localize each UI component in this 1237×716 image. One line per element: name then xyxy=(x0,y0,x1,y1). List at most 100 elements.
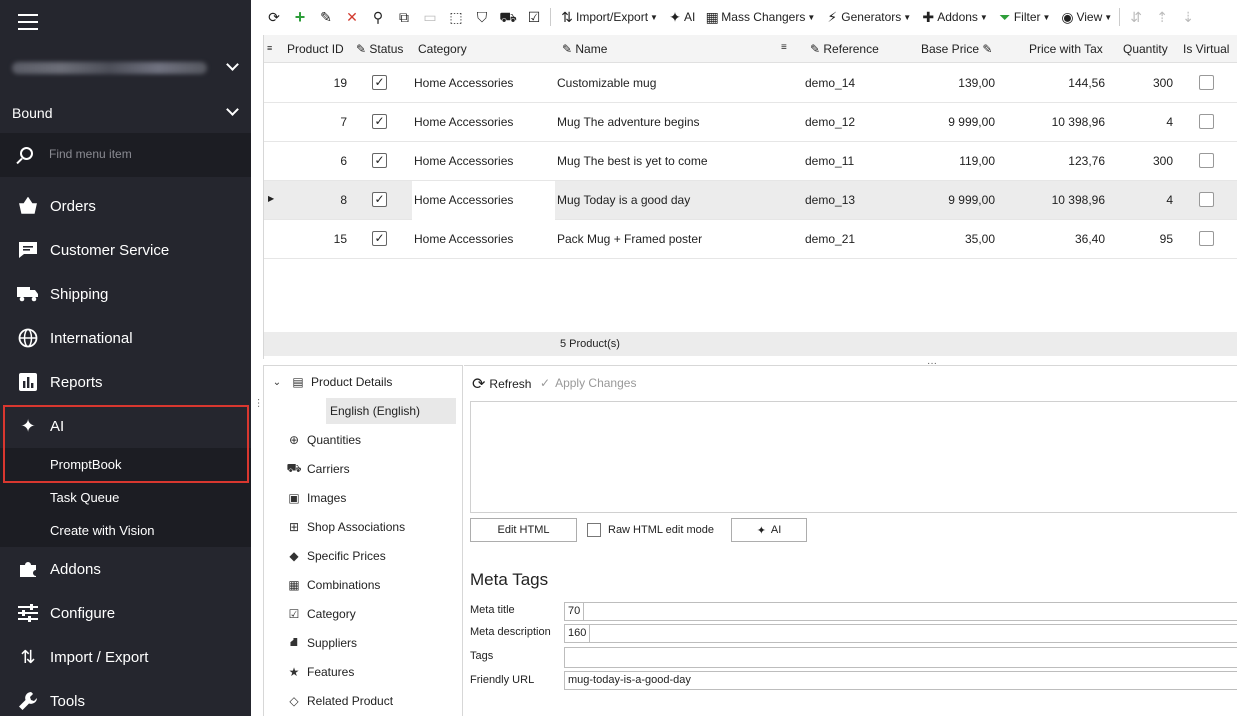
tree-item-combinations[interactable]: ▦ Combinations xyxy=(286,572,380,598)
sort-icon[interactable]: ≡ xyxy=(781,42,787,53)
edit-html-button[interactable]: Edit HTML xyxy=(470,518,577,542)
tree-item-suppliers[interactable]: ⛘ Suppliers xyxy=(286,630,357,656)
tree-root-product-details[interactable]: ⌄ ▤ Product Details xyxy=(269,369,393,395)
tree-item-category[interactable]: ☑ Category xyxy=(286,601,356,627)
raw-html-toggle[interactable]: Raw HTML edit mode xyxy=(587,523,714,537)
cell-base-price: 9 999,00 xyxy=(948,193,995,207)
splitter-handle[interactable]: ··· xyxy=(253,398,264,408)
select-icon: ⬚ xyxy=(449,9,463,25)
status-checkbox[interactable]: ✓ xyxy=(372,231,387,246)
raw-html-checkbox[interactable] xyxy=(587,523,601,537)
star-icon: ★ xyxy=(288,665,300,679)
tree-item-related-product[interactable]: ◇ Related Product xyxy=(286,688,393,714)
nav-international[interactable]: International xyxy=(0,316,251,360)
virtual-checkbox[interactable] xyxy=(1199,75,1214,90)
meta-description-count: 160 xyxy=(565,625,591,642)
col-product-id[interactable]: Product ID xyxy=(287,42,344,56)
menu-icon[interactable] xyxy=(18,14,38,30)
nav-ai[interactable]: ✦ AI xyxy=(0,404,251,448)
nav-promptbook[interactable]: PromptBook xyxy=(0,448,251,481)
select-button[interactable]: ⬚ xyxy=(444,6,468,28)
col-status[interactable]: ✎ Status xyxy=(356,42,403,56)
tree-item-quantities[interactable]: ⊕ Quantities xyxy=(286,427,361,453)
friendly-url-field[interactable]: mug-today-is-a-good-day xyxy=(564,671,1237,690)
row-menu-icon[interactable]: ≡ xyxy=(267,43,272,53)
paste-button[interactable]: ▭ xyxy=(418,6,442,28)
truck-icon xyxy=(17,283,39,305)
table-row[interactable]: 6 ✓ Home Accessories Mug The best is yet… xyxy=(264,142,1237,181)
image-icon: ▣ xyxy=(288,491,300,505)
view-menu[interactable]: ◉ View ▼ xyxy=(1055,6,1115,28)
meta-title-field[interactable]: 70 xyxy=(564,602,1237,621)
virtual-checkbox[interactable] xyxy=(1199,231,1214,246)
move-down-button[interactable]: ⇣ xyxy=(1176,6,1200,28)
generators-menu[interactable]: ⚡ Generators ▼ xyxy=(820,6,914,28)
move-button[interactable]: ⛉ xyxy=(470,6,494,28)
search-button[interactable]: ⚲ xyxy=(366,6,390,28)
tree-item-images[interactable]: ▣ Images xyxy=(286,485,346,511)
tree-item-shop-associations[interactable]: ⊞ Shop Associations xyxy=(286,514,405,540)
tags-field[interactable] xyxy=(564,647,1237,668)
move-up-button[interactable]: ⇡ xyxy=(1150,6,1174,28)
description-editor[interactable] xyxy=(470,401,1237,513)
ai-toolbar-button[interactable]: ✦ AI xyxy=(663,6,698,28)
virtual-checkbox[interactable] xyxy=(1199,114,1214,129)
filter-menu[interactable]: ⏷ Filter ▼ xyxy=(993,6,1054,28)
nav-orders[interactable]: Orders xyxy=(0,184,251,228)
delete-button[interactable]: ✕ xyxy=(340,6,364,28)
col-category[interactable]: Category xyxy=(418,42,467,56)
col-base-price[interactable]: Base Price ✎ xyxy=(921,42,992,56)
copy-button[interactable]: ⧉ xyxy=(392,6,416,28)
col-quantity[interactable]: Quantity xyxy=(1123,42,1168,56)
status-checkbox[interactable]: ✓ xyxy=(372,153,387,168)
cell-price-tax: 10 398,96 xyxy=(1051,115,1105,129)
tree-item-carriers[interactable]: ⛟ Carriers xyxy=(286,456,349,482)
table-row[interactable]: 19 ✓ Home Accessories Customizable mug d… xyxy=(264,64,1237,103)
table-row[interactable]: 15 ✓ Home Accessories Pack Mug + Framed … xyxy=(264,220,1237,259)
table-row-selected[interactable]: ▶ 8 ✓ Home Accessories Mug Today is a go… xyxy=(264,181,1237,220)
nav-customer-service[interactable]: Customer Service xyxy=(0,228,251,272)
refresh-button[interactable]: ⟳ xyxy=(262,6,286,28)
quantity-icon: ⊕ xyxy=(288,433,300,447)
check-button[interactable]: ☑ xyxy=(522,6,546,28)
table-row[interactable]: 7 ✓ Home Accessories Mug The adventure b… xyxy=(264,103,1237,142)
col-reference[interactable]: ✎ Reference xyxy=(810,42,879,56)
meta-description-field[interactable]: 160 xyxy=(564,624,1237,643)
bound-selector[interactable]: Bound xyxy=(0,91,251,135)
tree-item-specific-prices[interactable]: ◆ Specific Prices xyxy=(286,543,385,569)
tree-item-english[interactable]: English (English) xyxy=(326,398,456,424)
col-price-with-tax[interactable]: Price with Tax xyxy=(1029,42,1103,56)
addons-menu[interactable]: ✚ Addons ▼ xyxy=(916,6,991,28)
car-button[interactable]: ⛟ xyxy=(496,6,520,28)
edit-button[interactable]: ✎ xyxy=(314,6,338,28)
store-selector[interactable] xyxy=(0,46,251,90)
cell-base-price: 119,00 xyxy=(959,154,995,168)
import-export-menu[interactable]: ⇅ Import/Export ▼ xyxy=(555,6,661,28)
sort-button[interactable]: ⇵ xyxy=(1124,6,1148,28)
ai-generate-button[interactable]: ✦ AI xyxy=(731,518,807,542)
virtual-checkbox[interactable] xyxy=(1199,192,1214,207)
col-name[interactable]: ✎ Name xyxy=(562,42,607,56)
status-checkbox[interactable]: ✓ xyxy=(372,75,387,90)
check-icon: ✓ xyxy=(540,376,551,390)
nav-addons[interactable]: Addons xyxy=(0,547,251,591)
refresh-detail-button[interactable]: ⟳ Refresh xyxy=(472,374,531,394)
nav-shipping[interactable]: Shipping xyxy=(0,272,251,316)
virtual-checkbox[interactable] xyxy=(1199,153,1214,168)
mass-changers-menu[interactable]: ▦ Mass Changers ▼ xyxy=(700,6,818,28)
nav-import-export[interactable]: ⇅ Import / Export xyxy=(0,635,251,679)
nav-create-with-vision[interactable]: Create with Vision xyxy=(0,514,251,547)
nav-task-queue[interactable]: Task Queue xyxy=(0,481,251,514)
nav-label: Tools xyxy=(50,692,86,710)
status-checkbox[interactable]: ✓ xyxy=(372,114,387,129)
status-checkbox[interactable]: ✓ xyxy=(372,192,387,207)
menu-search[interactable]: Find menu item xyxy=(0,133,251,177)
nav-configure[interactable]: Configure xyxy=(0,591,251,635)
pencil-icon: ✎ xyxy=(810,42,824,56)
nav-reports[interactable]: Reports xyxy=(0,360,251,404)
col-is-virtual[interactable]: Is Virtual xyxy=(1183,42,1229,56)
nav-tools[interactable]: Tools xyxy=(0,679,251,716)
apply-changes-button[interactable]: ✓ Apply Changes xyxy=(540,376,636,390)
add-button[interactable]: + xyxy=(288,6,312,28)
tree-item-features[interactable]: ★ Features xyxy=(286,659,355,685)
